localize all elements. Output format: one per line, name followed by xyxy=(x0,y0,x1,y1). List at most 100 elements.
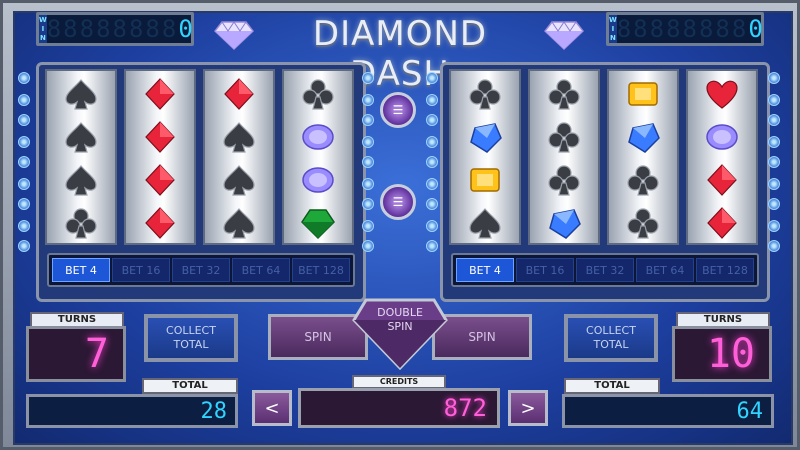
payline-marker-icon xyxy=(426,136,438,148)
payline-marker-icon xyxy=(426,220,438,232)
club-icon xyxy=(63,206,99,240)
payline-marker-icon xyxy=(426,240,438,252)
club-icon xyxy=(300,77,336,111)
payline-marker-icon xyxy=(18,178,30,190)
payline-marker-icon xyxy=(18,72,30,84)
right-collect-total-button[interactable]: COLLECT TOTAL xyxy=(564,314,658,362)
credits-display: 872 xyxy=(298,388,500,428)
bet-selector: BET 4 BET 16 BET 32 BET 64 BET 128 xyxy=(47,253,355,287)
payline-marker-icon xyxy=(18,114,30,126)
left-total-display: 28 xyxy=(26,394,238,428)
payline-marker-icon xyxy=(362,240,374,252)
bet-button[interactable]: BET 16 xyxy=(112,258,170,282)
payline-marker-icon xyxy=(426,94,438,106)
payline-marker-icon xyxy=(18,94,30,106)
spin-label: SPIN xyxy=(387,320,413,333)
payline-marker-icon xyxy=(18,220,30,232)
reel-2 xyxy=(124,69,196,245)
right-win-value: 0 xyxy=(748,15,765,43)
bet-button[interactable]: BET 16 xyxy=(516,258,574,282)
gem-green-icon xyxy=(300,206,336,240)
right-win-display: WIN 888888880 xyxy=(606,12,764,46)
gem-blue-icon xyxy=(546,206,582,240)
credits-label: CREDITS xyxy=(352,375,446,389)
left-win-value: 0 xyxy=(178,15,195,43)
diamond-red-icon xyxy=(704,206,740,240)
double-label: DOUBLE xyxy=(377,306,423,319)
payline-marker-icon xyxy=(768,136,780,148)
club-icon xyxy=(546,120,582,154)
right-turns-display: 10 xyxy=(672,326,772,382)
payline-marker-icon xyxy=(362,136,374,148)
payline-marker-icon xyxy=(768,240,780,252)
club-icon xyxy=(467,77,503,111)
payline-marker-icon xyxy=(362,114,374,126)
reel-4 xyxy=(282,69,354,245)
club-icon xyxy=(625,163,661,197)
left-win-display: WIN 888888880 xyxy=(36,12,194,46)
total-label: TOTAL xyxy=(593,338,629,351)
win-tag: WIN xyxy=(609,15,617,43)
right-total-display: 64 xyxy=(562,394,774,428)
paylines-button[interactable]: ☰ xyxy=(380,92,416,128)
club-icon xyxy=(546,163,582,197)
bet-button[interactable]: BET 4 xyxy=(456,258,514,282)
collect-label: COLLECT xyxy=(586,324,636,337)
payline-marker-icon xyxy=(768,156,780,168)
double-spin-button[interactable]: DOUBLE SPIN xyxy=(352,298,448,371)
reel-1 xyxy=(45,69,117,245)
reel-1 xyxy=(449,69,521,245)
spade-icon xyxy=(467,206,503,240)
gem-blue-icon xyxy=(625,120,661,154)
win-ghost-digits: 88888888 xyxy=(46,15,179,43)
diamond-red-icon xyxy=(142,206,178,240)
payline-marker-icon xyxy=(426,114,438,126)
bet-button[interactable]: BET 4 xyxy=(52,258,110,282)
payline-marker-icon xyxy=(426,198,438,210)
payline-marker-icon xyxy=(426,178,438,190)
right-total-label: TOTAL xyxy=(564,378,660,394)
reel-2 xyxy=(528,69,600,245)
payline-marker-icon xyxy=(18,136,30,148)
club-icon xyxy=(546,77,582,111)
diamond-red-icon xyxy=(142,77,178,111)
game-title: DIAMOND DASH xyxy=(312,14,488,94)
payline-marker-icon xyxy=(362,94,374,106)
menu-button[interactable]: ☰ xyxy=(380,184,416,220)
collect-label: COLLECT xyxy=(166,324,216,337)
next-button[interactable]: > xyxy=(508,390,548,426)
payline-marker-icon xyxy=(768,178,780,190)
left-collect-total-button[interactable]: COLLECT TOTAL xyxy=(144,314,238,362)
payline-marker-icon xyxy=(362,72,374,84)
heart-icon xyxy=(704,77,740,111)
payline-marker-icon xyxy=(362,178,374,190)
previous-button[interactable]: < xyxy=(252,390,292,426)
reel-4 xyxy=(686,69,758,245)
payline-marker-icon xyxy=(18,156,30,168)
bet-button[interactable]: BET 64 xyxy=(232,258,290,282)
bet-button[interactable]: BET 128 xyxy=(292,258,350,282)
bet-button[interactable]: BET 32 xyxy=(576,258,634,282)
spade-icon xyxy=(63,163,99,197)
left-reel-panel: BET 4 BET 16 BET 32 BET 64 BET 128 xyxy=(36,62,366,302)
payline-marker-icon xyxy=(18,240,30,252)
gem-blue-icon xyxy=(467,120,503,154)
gem-yellow-icon xyxy=(625,77,661,111)
spade-icon xyxy=(221,206,257,240)
payline-marker-icon xyxy=(768,72,780,84)
left-total-label: TOTAL xyxy=(142,378,238,394)
club-icon xyxy=(625,206,661,240)
payline-marker-icon xyxy=(426,156,438,168)
left-turns-display: 7 xyxy=(26,326,126,382)
bet-button[interactable]: BET 64 xyxy=(636,258,694,282)
diamond-logo-icon xyxy=(214,21,254,50)
total-label: TOTAL xyxy=(173,338,209,351)
gem-purple-icon xyxy=(300,163,336,197)
win-ghost-digits: 88888888 xyxy=(616,15,749,43)
bet-button[interactable]: BET 128 xyxy=(696,258,754,282)
spade-icon xyxy=(63,77,99,111)
payline-marker-icon xyxy=(362,198,374,210)
gem-yellow-icon xyxy=(467,163,503,197)
spade-icon xyxy=(221,163,257,197)
bet-button[interactable]: BET 32 xyxy=(172,258,230,282)
